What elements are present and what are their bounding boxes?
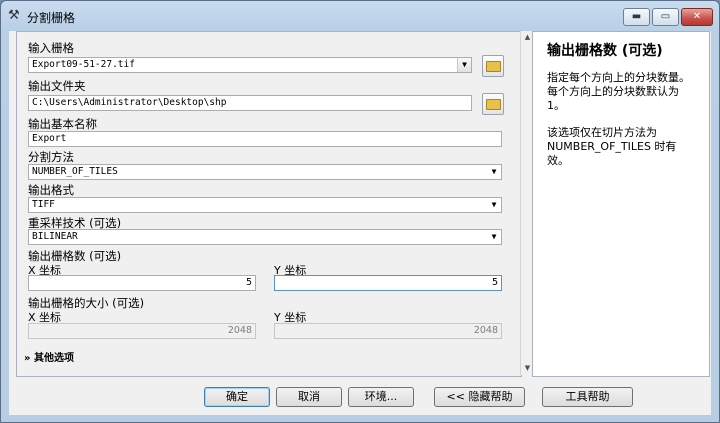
minimize-button[interactable]: ▬ — [623, 8, 650, 26]
output-folder-label: 输出文件夹 — [28, 79, 86, 93]
parameters-panel: 输入栅格 Export09-51-27.tif ▼ 输出文件夹 C:\Users… — [16, 31, 522, 377]
input-raster-combo[interactable]: Export09-51-27.tif ▼ — [28, 57, 472, 73]
resampling-select[interactable]: BILINEAR ▼ — [28, 229, 502, 245]
help-title: 输出栅格数 (可选) — [547, 43, 663, 59]
output-format-value: TIFF — [32, 199, 55, 210]
close-button[interactable]: ✕ — [681, 8, 713, 26]
base-name-value: Export — [32, 133, 67, 144]
more-options-label: 其他选项 — [33, 353, 74, 364]
chevron-down-icon[interactable]: ▼ — [457, 58, 471, 72]
base-name-label: 输出基本名称 — [28, 117, 97, 131]
chevron-down-icon[interactable]: ▼ — [488, 166, 500, 178]
help-body: 指定每个方向上的分块数量。每个方向上的分块数默认为 1。 该选项仅在切片方法为 … — [547, 71, 697, 181]
dialog-client: 输入栅格 Export09-51-27.tif ▼ 输出文件夹 C:\Users… — [9, 31, 711, 415]
environments-button[interactable]: 环境... — [348, 387, 414, 407]
num-rasters-y-input[interactable]: 5 — [274, 275, 502, 291]
cancel-button[interactable]: 取消 — [276, 387, 342, 407]
split-method-select[interactable]: NUMBER_OF_TILES ▼ — [28, 164, 502, 180]
input-raster-value: Export09-51-27.tif — [32, 59, 135, 70]
output-format-select[interactable]: TIFF ▼ — [28, 197, 502, 213]
hammer-icon: ⚒ — [8, 8, 20, 23]
tile-size-y-input: 2048 — [274, 323, 502, 339]
title-bar[interactable]: ⚒ 分割栅格 ▬ ▭ ✕ — [1, 1, 719, 31]
output-format-label: 输出格式 — [28, 183, 74, 197]
double-chevron-down-icon: » — [24, 353, 31, 364]
chevron-down-icon[interactable]: ▼ — [488, 199, 500, 211]
help-paragraph-2: 该选项仅在切片方法为 NUMBER_OF_TILES 时有效。 — [547, 126, 677, 167]
output-folder-input[interactable]: C:\Users\Administrator\Desktop\shp — [28, 95, 472, 111]
folder-icon — [486, 99, 501, 110]
input-raster-label: 输入栅格 — [28, 41, 74, 55]
scroll-up-icon[interactable]: ▲ — [523, 33, 532, 42]
base-name-input[interactable]: Export — [28, 131, 502, 147]
split-method-label: 分割方法 — [28, 150, 74, 164]
chevron-down-icon[interactable]: ▼ — [488, 231, 500, 243]
tool-help-button[interactable]: 工具帮助 — [542, 387, 633, 407]
maximize-button[interactable]: ▭ — [652, 8, 679, 26]
resampling-value: BILINEAR — [32, 231, 78, 242]
browse-output-button[interactable] — [482, 93, 504, 115]
hide-help-button[interactable]: << 隐藏帮助 — [434, 387, 525, 407]
browse-input-button[interactable] — [482, 55, 504, 77]
ok-button[interactable]: 确定 — [204, 387, 270, 407]
split-method-value: NUMBER_OF_TILES — [32, 166, 118, 177]
window-title: 分割栅格 — [27, 11, 76, 25]
scroll-down-icon[interactable]: ▼ — [523, 364, 532, 373]
help-panel: 输出栅格数 (可选) 指定每个方向上的分块数量。每个方向上的分块数默认为 1。 … — [532, 31, 710, 377]
tile-size-x-input: 2048 — [28, 323, 256, 339]
folder-icon — [486, 61, 501, 72]
output-folder-value: C:\Users\Administrator\Desktop\shp — [32, 97, 227, 108]
num-rasters-x-input[interactable]: 5 — [28, 275, 256, 291]
dialog-window: ⚒ 分割栅格 ▬ ▭ ✕ 输入栅格 Export09-51-27.tif ▼ 输… — [0, 0, 720, 423]
more-options-toggle[interactable]: » 其他选项 — [24, 349, 74, 364]
help-paragraph-1: 指定每个方向上的分块数量。每个方向上的分块数默认为 1。 — [547, 71, 690, 112]
